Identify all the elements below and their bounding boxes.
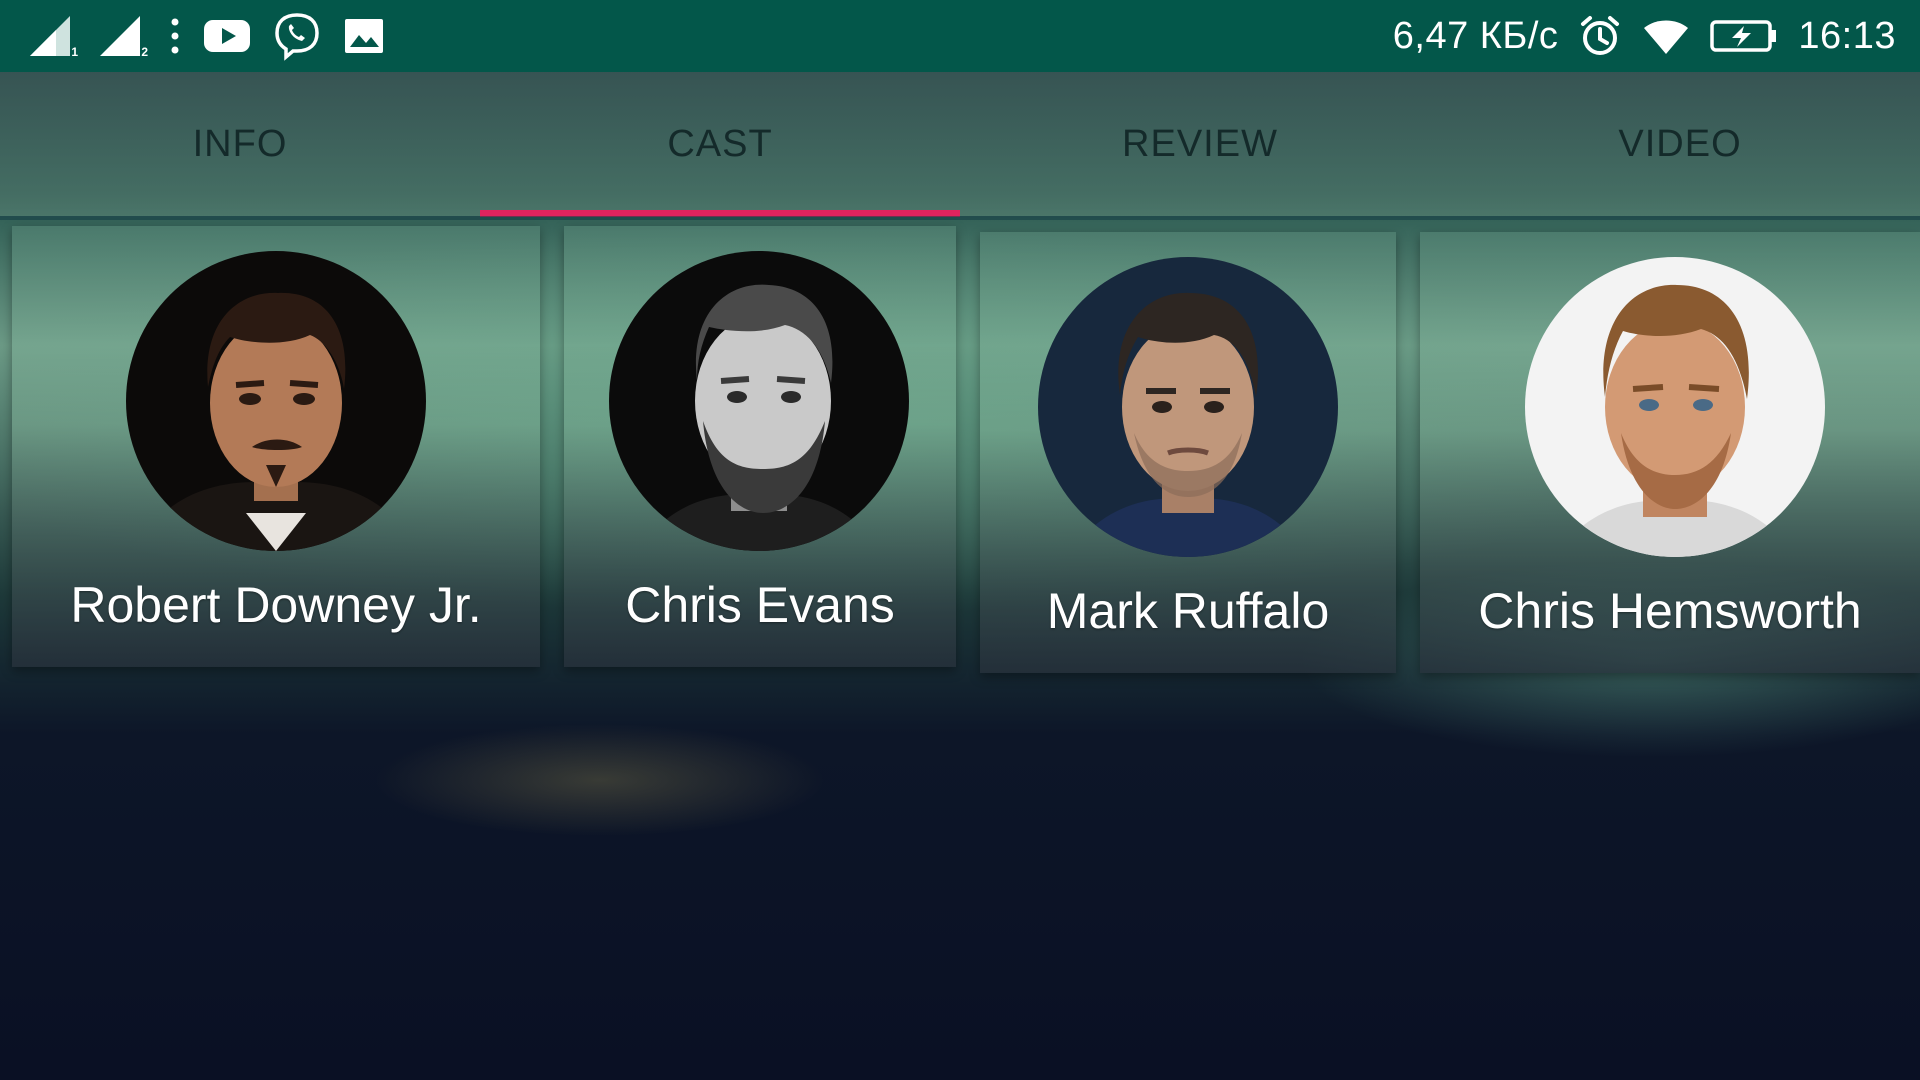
sim1-label: 1 (71, 45, 78, 59)
viber-icon (275, 13, 319, 61)
gallery-icon (345, 19, 383, 53)
tab-info[interactable]: INFO (0, 72, 480, 216)
mark-ruffalo-photo (1038, 257, 1338, 557)
signal-sim2-icon: 2 (98, 14, 148, 58)
cast-card[interactable]: Chris Hemsworth (1420, 232, 1920, 673)
chris-hemsworth-photo (1525, 257, 1825, 557)
clock: 16:13 (1798, 14, 1896, 57)
tab-label: REVIEW (1122, 122, 1278, 165)
cast-card[interactable]: Chris Evans (564, 226, 956, 667)
signal-sim1-icon: 1 (28, 14, 78, 58)
battery-charging-icon (1710, 20, 1777, 52)
alarm-icon (1581, 16, 1620, 55)
more-dots-icon (171, 18, 179, 54)
tab-label: CAST (667, 122, 773, 165)
cast-name: Mark Ruffalo (1046, 583, 1330, 639)
tab-bar: INFO CAST REVIEW VIDEO (0, 72, 1920, 217)
robert-downey-jr-photo (126, 251, 426, 551)
tab-review[interactable]: REVIEW (960, 72, 1440, 216)
chris-evans-photo (609, 251, 909, 551)
tab-cast[interactable]: CAST (480, 72, 960, 217)
tab-video[interactable]: VIDEO (1440, 72, 1920, 216)
cast-name: Chris Hemsworth (1478, 583, 1862, 639)
cast-card[interactable]: Mark Ruffalo (980, 232, 1396, 673)
cast-card[interactable]: Robert Downey Jr. (12, 226, 540, 667)
sim2-label: 2 (141, 45, 148, 59)
status-bar-left: 1 2 (28, 12, 386, 61)
cast-list: Robert Downey Jr. Chris Evans Mark Ruffa… (0, 220, 1920, 680)
wifi-icon (1644, 20, 1689, 54)
cast-name: Chris Evans (625, 577, 895, 633)
cast-name: Robert Downey Jr. (70, 577, 482, 633)
network-speed: 6,47 КБ/с (1392, 14, 1559, 57)
status-bar-right: 6,47 КБ/с 16:13 (1393, 10, 1896, 62)
status-bar: 1 2 6,47 КБ/с 16:13 (0, 0, 1920, 72)
tab-label: VIDEO (1618, 122, 1742, 165)
tab-label: INFO (192, 122, 288, 165)
youtube-icon (204, 20, 250, 52)
